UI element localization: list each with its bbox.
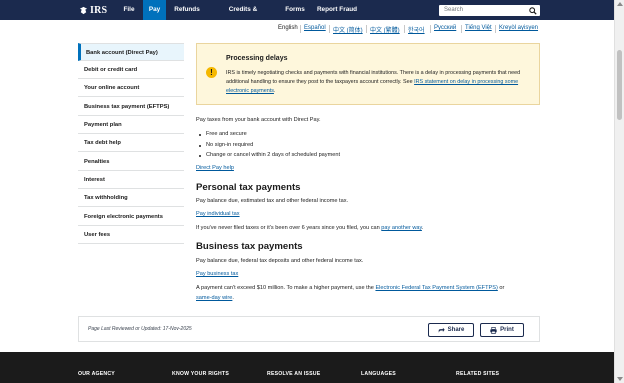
nav-pay[interactable]: Pay [143, 0, 166, 20]
footer-heading-our-agency[interactable]: OUR AGENCY [78, 371, 115, 377]
print-icon [490, 326, 497, 334]
list-item: Free and secure [196, 131, 247, 137]
divider [430, 25, 431, 33]
business-heading: Business tax payments [196, 241, 303, 252]
sidebar-item-direct-pay[interactable]: Bank account (Direct Pay) [78, 43, 184, 61]
scroll-down-icon[interactable] [617, 377, 623, 381]
share-button[interactable]: Share [428, 323, 474, 337]
sidebar-item-tax-debt-help[interactable]: Tax debt help [78, 134, 184, 152]
personal-heading: Personal tax payments [196, 182, 301, 193]
nav-file[interactable]: File [118, 0, 140, 20]
alert-body: IRS is timely negotiating checks and pay… [226, 69, 536, 96]
sidebar-item-tax-withholding[interactable]: Tax withholding [78, 189, 184, 207]
lang-haitian-creole[interactable]: Kreyòl ayisyen [499, 25, 538, 31]
language-selector: English Español 中文 (简体) 中文 (繁體) 한국어 Русс… [0, 25, 614, 34]
personal-note-text: If you've never filed taxes or it's been… [196, 225, 382, 231]
search-icon[interactable] [529, 6, 537, 15]
divider [300, 25, 301, 33]
search-placeholder: Search [444, 7, 464, 13]
lang-spanish[interactable]: Español [304, 25, 326, 31]
lang-vietnamese[interactable]: Tiếng Việt [465, 25, 492, 31]
footer-heading-resolve-an-issue[interactable]: RESOLVE AN ISSUE [267, 371, 320, 377]
pay-another-way-link[interactable]: pay another way [381, 225, 422, 231]
list-item: Change or cancel within 2 days of schedu… [196, 152, 340, 158]
share-icon [438, 327, 445, 333]
print-button[interactable]: Print [480, 323, 524, 337]
logo-text: IRS [90, 4, 108, 16]
sidebar-item-foreign-payments[interactable]: Foreign electronic payments [78, 208, 184, 226]
lang-chinese-traditional[interactable]: 中文 (繁體) [370, 25, 400, 34]
warning-icon: ! [206, 67, 217, 78]
sidebar-item-eftps[interactable]: Business tax payment (EFTPS) [78, 98, 184, 116]
lang-russian[interactable]: Русский [434, 25, 456, 31]
sidebar-item-debit-credit[interactable]: Debit or credit card [78, 61, 184, 79]
processing-delays-alert: ! Processing delays IRS is timely negoti… [196, 43, 540, 105]
personal-desc: Pay balance due, estimated tax and other… [196, 198, 349, 204]
site-footer: OUR AGENCY KNOW YOUR RIGHTS RESOLVE AN I… [0, 352, 614, 383]
nav-report-fraud[interactable]: Report Fraud [316, 0, 358, 20]
list-item: No sign-in required [196, 142, 253, 148]
sidebar-item-interest[interactable]: Interest [78, 171, 184, 189]
business-desc: Pay balance due, federal tax deposits an… [196, 258, 364, 264]
pay-business-tax-link[interactable]: Pay business tax [196, 271, 238, 277]
alert-title: Processing delays [226, 55, 288, 62]
personal-note: If you've never filed taxes or it's been… [196, 225, 423, 231]
eftps-link[interactable]: Electronic Federal Tax Payment System (E… [375, 285, 497, 291]
divider [329, 25, 330, 33]
footer-heading-languages[interactable]: LANGUAGES [361, 371, 396, 377]
top-navigation-bar: IRS File Pay Refunds Credits & Deduction… [0, 0, 614, 33]
lang-english: English [278, 25, 298, 31]
search-input[interactable]: Search [439, 5, 540, 16]
pay-individual-tax-link[interactable]: Pay individual tax [196, 211, 240, 217]
sidebar-item-payment-plan[interactable]: Payment plan [78, 116, 184, 134]
page-scrollbar[interactable] [614, 0, 624, 383]
business-note-end: . [232, 295, 234, 301]
eagle-icon [79, 6, 88, 14]
same-day-wire-link[interactable]: same-day wire [196, 295, 232, 301]
business-note: A payment can't exceed $10 million. To m… [196, 285, 504, 291]
scroll-up-icon[interactable] [617, 2, 623, 6]
alert-body-end: . [273, 88, 276, 94]
share-label: Share [447, 327, 465, 333]
footer-heading-know-your-rights[interactable]: KNOW YOUR RIGHTS [172, 371, 229, 377]
nav-forms[interactable]: Forms [281, 0, 309, 20]
nav-credits-deductions[interactable]: Credits & Deductions [211, 0, 275, 33]
direct-pay-help-link[interactable]: Direct Pay help [196, 165, 234, 171]
sidebar-item-online-account[interactable]: Your online account [78, 79, 184, 97]
divider [366, 25, 367, 33]
lang-chinese-simplified[interactable]: 中文 (简体) [333, 25, 363, 34]
footer-heading-related-sites[interactable]: RELATED SITES [456, 371, 499, 377]
irs-logo[interactable]: IRS [79, 4, 107, 16]
divider [461, 25, 462, 33]
intro-text: Pay taxes from your bank account with Di… [196, 117, 321, 123]
page-review-box: Page Last Reviewed or Updated: 17-Nov-20… [78, 316, 540, 342]
business-note-line2: same-day wire. [196, 295, 234, 301]
nav-refunds[interactable]: Refunds [172, 0, 202, 20]
divider [495, 25, 496, 33]
sidebar-item-penalties[interactable]: Penalties [78, 153, 184, 171]
sidebar-item-user-fees[interactable]: User fees [78, 226, 184, 244]
divider [404, 25, 405, 33]
business-note-text: A payment can't exceed $10 million. To m… [196, 285, 376, 291]
lang-korean[interactable]: 한국어 [408, 25, 425, 34]
personal-note-end: . [421, 225, 424, 231]
print-label: Print [500, 327, 514, 333]
business-note-mid: or [497, 285, 505, 291]
last-reviewed-text: Page Last Reviewed or Updated: 17-Nov-20… [88, 326, 192, 332]
scrollbar-thumb[interactable] [617, 50, 622, 120]
